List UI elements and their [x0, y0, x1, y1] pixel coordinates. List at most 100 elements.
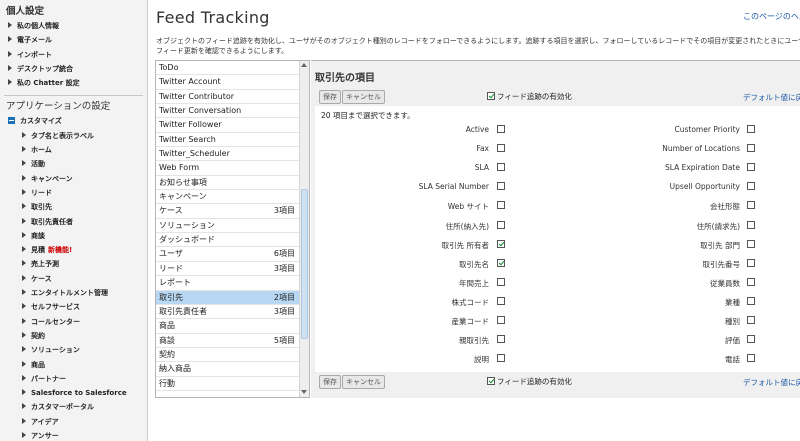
object-list[interactable]: ToDo Twitter Account Twitter Contributor Tw…: [155, 60, 310, 398]
scroll-up-icon[interactable]: [301, 63, 307, 67]
sidebar-item-customize-sub[interactable]: ホーム: [0, 143, 147, 157]
object-list-item[interactable]: ケース 3項目: [156, 204, 299, 219]
sidebar-item-personal[interactable]: 電子メール: [0, 33, 147, 47]
expand-arrow-icon[interactable]: [22, 432, 26, 439]
field-checkbox[interactable]: [747, 277, 755, 286]
expand-arrow-icon[interactable]: [22, 203, 26, 210]
sidebar-item-customize-sub[interactable]: エンタイトルメント管理: [0, 286, 147, 300]
field-checkbox[interactable]: [497, 258, 505, 267]
expand-arrow-icon[interactable]: [22, 389, 26, 396]
sidebar-item-customize-sub[interactable]: カスタマーポータル: [0, 400, 147, 414]
field-checkbox[interactable]: [747, 316, 755, 324]
sidebar-item-personal[interactable]: 私の Chatter 設定: [0, 76, 147, 90]
expand-arrow-icon[interactable]: [22, 160, 26, 167]
field-checkbox[interactable]: [497, 277, 505, 286]
field-checkbox[interactable]: [747, 354, 755, 363]
object-list-item[interactable]: ソリューション: [156, 219, 299, 234]
field-checkbox[interactable]: [497, 144, 505, 153]
object-list-item[interactable]: 商談 5項目: [156, 334, 299, 348]
sidebar-item-customize-sub[interactable]: アイデア: [0, 415, 147, 429]
expand-arrow-icon[interactable]: [22, 274, 26, 281]
sidebar-item-customize-sub[interactable]: 売上予測: [0, 257, 147, 271]
save-button[interactable]: 保存: [319, 375, 341, 389]
sidebar-item-customize-sub[interactable]: タブ名と表示ラベル: [0, 129, 147, 143]
field-checkbox[interactable]: [497, 163, 505, 172]
sidebar-item-customize-sub[interactable]: 契約: [0, 329, 147, 343]
sidebar-item-customize-sub[interactable]: リード: [0, 186, 147, 200]
sidebar-item-customize-sub[interactable]: セルフサービス: [0, 300, 147, 314]
field-checkbox[interactable]: [747, 296, 755, 305]
expand-arrow-icon[interactable]: [22, 260, 26, 267]
field-checkbox[interactable]: [747, 220, 755, 229]
field-checkbox[interactable]: [747, 125, 755, 133]
field-checkbox[interactable]: [747, 163, 755, 172]
scroll-down-icon[interactable]: [301, 390, 307, 394]
sidebar-item-customize-sub[interactable]: ソリューション: [0, 343, 147, 357]
sidebar-item-personal[interactable]: デスクトップ統合: [0, 62, 147, 76]
object-list-item[interactable]: Web Form: [156, 161, 299, 176]
expand-arrow-icon[interactable]: [8, 64, 12, 71]
object-list-item[interactable]: ユーザ 6項目: [156, 247, 299, 262]
field-checkbox[interactable]: [497, 335, 505, 344]
object-list-scrollbar[interactable]: [299, 61, 309, 397]
field-checkbox[interactable]: [747, 144, 755, 153]
object-list-item[interactable]: Twitter_Scheduler: [156, 147, 299, 162]
sidebar-item-customize-sub[interactable]: 活動: [0, 157, 147, 171]
sidebar-item-customize-sub[interactable]: 商談: [0, 229, 147, 243]
field-checkbox[interactable]: [497, 182, 505, 191]
object-list-item[interactable]: リード 3項目: [156, 262, 299, 277]
expand-arrow-icon[interactable]: [22, 188, 26, 195]
sidebar-item-customize-sub[interactable]: パートナー: [0, 372, 147, 386]
field-checkbox[interactable]: [747, 258, 755, 267]
cancel-button[interactable]: キャンセル: [342, 375, 385, 389]
object-list-item[interactable]: 納入商品: [156, 362, 299, 377]
field-checkbox[interactable]: [497, 201, 505, 210]
help-link[interactable]: このページのヘル: [743, 11, 800, 22]
expand-arrow-icon[interactable]: [22, 246, 26, 253]
expand-arrow-icon[interactable]: [8, 22, 12, 28]
expand-arrow-icon[interactable]: [8, 50, 12, 57]
object-list-item[interactable]: キャンペーン: [156, 190, 299, 205]
expand-arrow-icon[interactable]: [22, 174, 26, 181]
field-checkbox[interactable]: [497, 239, 505, 248]
expand-arrow-icon[interactable]: [22, 317, 26, 324]
field-checkbox[interactable]: [497, 354, 505, 363]
object-list-item[interactable]: 取引先 2項目: [156, 290, 299, 305]
expand-arrow-icon[interactable]: [22, 403, 26, 410]
field-checkbox[interactable]: [747, 182, 755, 191]
object-list-item[interactable]: 取引先責任者 3項目: [156, 305, 299, 320]
collapse-icon[interactable]: [8, 117, 15, 125]
expand-arrow-icon[interactable]: [22, 217, 26, 224]
expand-arrow-icon[interactable]: [22, 289, 26, 296]
restore-defaults-link[interactable]: デフォルト値に戻: [743, 92, 800, 103]
sidebar-item-customize[interactable]: カスタマイズ: [0, 114, 147, 128]
expand-arrow-icon[interactable]: [22, 360, 26, 367]
sidebar-item-customize-sub[interactable]: ケース: [0, 272, 147, 286]
sidebar-item-personal[interactable]: インポート: [0, 48, 147, 62]
save-button[interactable]: 保存: [319, 90, 341, 104]
expand-arrow-icon[interactable]: [22, 417, 26, 424]
expand-arrow-icon[interactable]: [22, 231, 26, 238]
object-list-item[interactable]: Twitter Conversation: [156, 104, 299, 119]
expand-arrow-icon[interactable]: [8, 79, 12, 86]
object-list-item[interactable]: 行動: [156, 377, 299, 391]
field-checkbox[interactable]: [747, 201, 755, 210]
object-list-item[interactable]: 商品: [156, 319, 299, 334]
enable-feed-tracking-checkbox[interactable]: [487, 92, 495, 100]
field-checkbox[interactable]: [497, 316, 505, 324]
field-checkbox[interactable]: [747, 335, 755, 344]
object-list-item[interactable]: お知らせ事項: [156, 176, 299, 191]
expand-arrow-icon[interactable]: [22, 146, 26, 153]
sidebar-item-customize-sub[interactable]: Salesforce to Salesforce: [0, 386, 147, 400]
scrollbar-thumb[interactable]: [301, 189, 308, 339]
object-list-item[interactable]: 契約: [156, 348, 299, 363]
sidebar-item-customize-sub[interactable]: アンサー: [0, 429, 147, 441]
field-checkbox[interactable]: [497, 125, 505, 133]
expand-arrow-icon[interactable]: [22, 374, 26, 381]
enable-feed-tracking-checkbox[interactable]: [487, 377, 495, 385]
expand-arrow-icon[interactable]: [22, 346, 26, 353]
object-list-item[interactable]: Twitter Follower: [156, 118, 299, 133]
expand-arrow-icon[interactable]: [22, 131, 26, 138]
object-list-item[interactable]: Twitter Contributor: [156, 90, 299, 105]
restore-defaults-link[interactable]: デフォルト値に戻: [743, 377, 800, 388]
